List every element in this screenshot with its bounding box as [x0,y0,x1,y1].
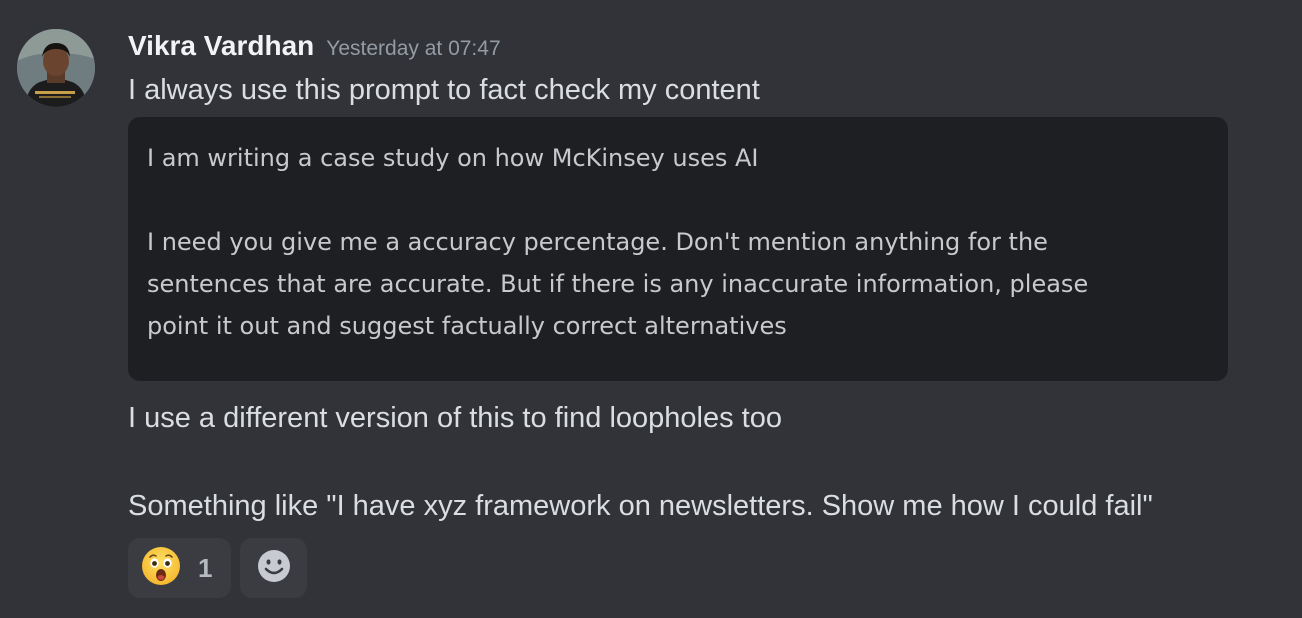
reaction-astonished[interactable]: 1 [128,538,231,598]
avatar[interactable] [17,29,95,107]
username[interactable]: Vikra Vardhan [128,30,314,61]
avatar-image [17,29,95,107]
message-header: Vikra Vardhan Yesterday at 07:47 [128,30,501,66]
code-line: I am writing a case study on how McKinse… [147,144,759,172]
reaction-count: 1 [198,552,213,583]
message-text-line: I always use this prompt to fact check m… [128,74,760,106]
message-text-line: I use a different version of this to fin… [128,402,782,434]
message-text-line: Something like "I have xyz framework on … [128,490,1153,522]
code-line: point it out and suggest factually corre… [147,312,787,340]
add-reaction-button[interactable] [240,538,307,598]
smiley-add-reaction-icon [255,547,293,589]
code-block: I am writing a case study on how McKinse… [128,117,1228,381]
code-line: I need you give me a accuracy percentage… [147,228,1048,256]
timestamp: Yesterday at 07:47 [326,37,501,60]
code-line: sentences that are accurate. But if ther… [147,270,1089,298]
chat-message: Vikra Vardhan Yesterday at 07:47 I always… [0,0,1302,618]
reactions-bar: 1 [128,538,307,598]
astonished-face-emoji-icon [140,545,182,591]
